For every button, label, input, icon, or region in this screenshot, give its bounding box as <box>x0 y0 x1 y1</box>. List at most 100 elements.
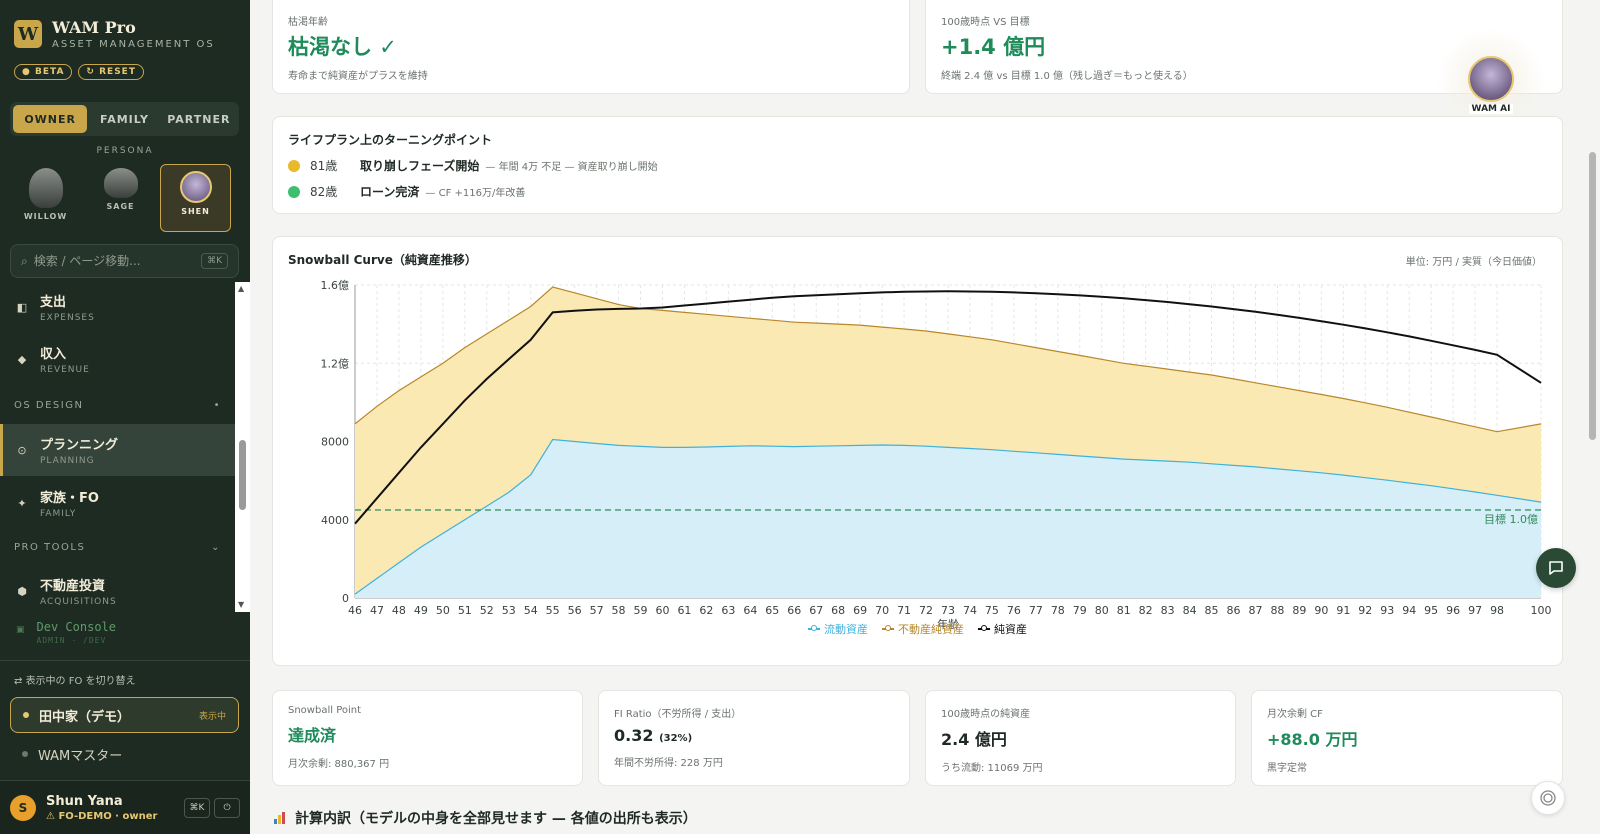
x-tick-label: 50 <box>436 604 450 617</box>
x-tick-label: 54 <box>524 604 538 617</box>
persona-shen[interactable]: SHEN <box>160 164 231 232</box>
metric-value: 2.4 億円 <box>941 730 1007 749</box>
sidebar-item-expenses[interactable]: ◧ 支出 EXPENSES <box>0 282 235 332</box>
scroll-down-icon[interactable]: ▼ <box>238 600 244 609</box>
metric-snowball-point: Snowball Point 達成済 月次余剰: 880,367 円 <box>272 690 583 786</box>
dev-console-sub: ADMIN · /DEV <box>36 636 107 645</box>
turning-points-card: ライフプラン上のターニングポイント 81歳 取り崩しフェーズ開始 — 年間 4万… <box>272 116 1563 214</box>
sidebar-item-acquisitions[interactable]: ⬢ 不動産投資 ACQUISITIONS <box>0 566 235 612</box>
legend-label: 純資産 <box>994 623 1027 636</box>
x-tick-label: 95 <box>1424 604 1438 617</box>
search-input[interactable] <box>33 254 202 268</box>
target-icon <box>1540 790 1556 806</box>
y-tick-label: 1.2億 <box>321 357 350 370</box>
family-icon: ✦ <box>17 496 27 510</box>
x-tick-label: 64 <box>743 604 757 617</box>
x-tick-label: 81 <box>1117 604 1131 617</box>
legend-liquid[interactable]: 流動資産 <box>808 621 868 637</box>
persona-name: WILLOW <box>23 212 68 221</box>
legend-swatch <box>882 625 894 631</box>
x-tick-label: 56 <box>568 604 582 617</box>
planning-icon: ⊙ <box>17 443 27 457</box>
user-role: ⚠ FO-DEMO · owner <box>46 810 158 822</box>
x-tick-label: 97 <box>1468 604 1482 617</box>
tab-partner[interactable]: PARTNER <box>162 105 236 133</box>
persona-selector: WILLOW SAGE SHEN <box>10 164 231 232</box>
brand[interactable]: W WAM Pro ASSET MANAGEMENT OS <box>14 18 215 50</box>
search-shortcut: ⌘K <box>201 253 228 269</box>
fo-item-tanaka[interactable]: 田中家（デモ） 表示中 <box>10 697 239 733</box>
divider <box>0 660 250 661</box>
legend-real-estate[interactable]: 不動産純資産 <box>882 621 964 637</box>
depletion-value: 枯渇なし ✓ <box>288 35 397 59</box>
persona-sage[interactable]: SAGE <box>85 164 156 232</box>
x-tick-label: 70 <box>875 604 889 617</box>
settings-button[interactable] <box>1531 781 1565 815</box>
scroll-up-icon[interactable]: ▲ <box>238 284 244 293</box>
main-scrollbar[interactable] <box>1585 0 1600 834</box>
list-item: 81歳 取り崩しフェーズ開始 — 年間 4万 不足 — 資産取り崩し開始 <box>288 157 1547 174</box>
acquisitions-icon: ⬢ <box>17 584 27 598</box>
tab-owner[interactable]: OWNER <box>13 105 88 133</box>
tp-age: 82歳 <box>310 185 338 199</box>
sidebar-item-label: 支出 <box>40 295 67 310</box>
persona-willow[interactable]: WILLOW <box>10 164 81 232</box>
reset-button[interactable]: ↻ RESET <box>78 64 144 80</box>
metric-title: 100歳時点の純資産 <box>941 709 1031 720</box>
metric-networth-100: 100歳時点の純資産 2.4 億円 うち流動: 11069 万円 <box>925 690 1236 786</box>
legend-label: 不動産純資産 <box>898 623 964 636</box>
x-tick-label: 69 <box>853 604 867 617</box>
avatar[interactable]: S <box>10 794 36 821</box>
metric-note: 黒字定常 <box>1267 763 1307 774</box>
calc-breakdown-heading[interactable]: 計算内訳（モデルの中身を全部見せます — 各値の出所も表示） <box>274 808 697 828</box>
power-icon[interactable]: ⏻ <box>214 797 240 818</box>
x-tick-label: 77 <box>1029 604 1043 617</box>
tab-family[interactable]: FAMILY <box>87 105 161 133</box>
sidebar-item-family[interactable]: ✦ 家族・FO FAMILY <box>0 478 235 528</box>
section-label: PRO TOOLS <box>14 542 86 553</box>
section-os-design[interactable]: OS DESIGN • <box>14 400 221 411</box>
x-tick-label: 72 <box>919 604 933 617</box>
sidebar-item-planning[interactable]: ⊙ プランニング PLANNING <box>0 424 235 476</box>
dev-console-link[interactable]: ▣ Dev Console ADMIN · /DEV <box>16 620 116 645</box>
fo-label: WAMマスター <box>38 748 123 764</box>
status-dot <box>288 185 300 198</box>
sidebar-item-label: プランニング <box>40 438 119 453</box>
x-tick-label: 71 <box>897 604 911 617</box>
x-tick-label: 93 <box>1380 604 1394 617</box>
beta-badge: ● BETA <box>14 64 73 80</box>
sidebar-item-label: 収入 <box>40 347 67 362</box>
revenue-icon: ◆ <box>17 352 27 366</box>
x-tick-label: 82 <box>1139 604 1153 617</box>
x-tick-label: 90 <box>1314 604 1328 617</box>
sidebar-nav: ◧ 支出 EXPENSES ◆ 収入 REVENUE OS DESIGN • ⊙ プラ… <box>0 282 235 612</box>
x-tick-label: 92 <box>1358 604 1372 617</box>
user-panel: S Shun Yana ⚠ FO-DEMO · owner ⌘K ⏻ <box>0 780 250 834</box>
x-tick-label: 55 <box>546 604 560 617</box>
metric-title: 月次余剰 CF <box>1267 709 1323 720</box>
sidebar-item-revenue[interactable]: ◆ 収入 REVENUE <box>0 334 235 384</box>
search-icon: ⌕ <box>21 253 28 268</box>
chat-icon <box>1549 561 1563 575</box>
metric-title: FI Ratio（不労所得 / 支出） <box>614 709 742 720</box>
metric-note: 月次余剰: 880,367 円 <box>288 759 390 770</box>
scroll-thumb[interactable] <box>239 440 246 510</box>
command-palette-button[interactable]: ⌘K <box>184 797 210 818</box>
avatar <box>103 168 138 198</box>
x-tick-label: 57 <box>590 604 604 617</box>
scroll-thumb[interactable] <box>1589 152 1596 440</box>
x-tick-label: 65 <box>765 604 779 617</box>
brand-subtitle: ASSET MANAGEMENT OS <box>52 39 215 50</box>
fo-item-wam-master[interactable]: WAMマスター <box>10 736 239 772</box>
chat-button[interactable] <box>1536 548 1576 588</box>
y-tick-label: 8000 <box>321 436 349 449</box>
x-tick-label: 85 <box>1205 604 1219 617</box>
x-tick-label: 52 <box>480 604 494 617</box>
status-dot <box>22 751 28 757</box>
section-pro-tools[interactable]: PRO TOOLS ⌄ <box>14 542 221 553</box>
terminal-icon: ▣ <box>16 625 25 635</box>
sidebar-scrollbar[interactable]: ▲ ▼ <box>235 282 250 612</box>
legend-net-worth[interactable]: 純資産 <box>978 621 1027 637</box>
snowball-chart[interactable]: 目標 1.0億 46 47 48 49 50 51 52 53 54 55 56 57 58 59 60 61… <box>273 237 1564 667</box>
tp-detail: — 年間 4万 不足 — 資産取り崩し開始 <box>485 162 658 173</box>
